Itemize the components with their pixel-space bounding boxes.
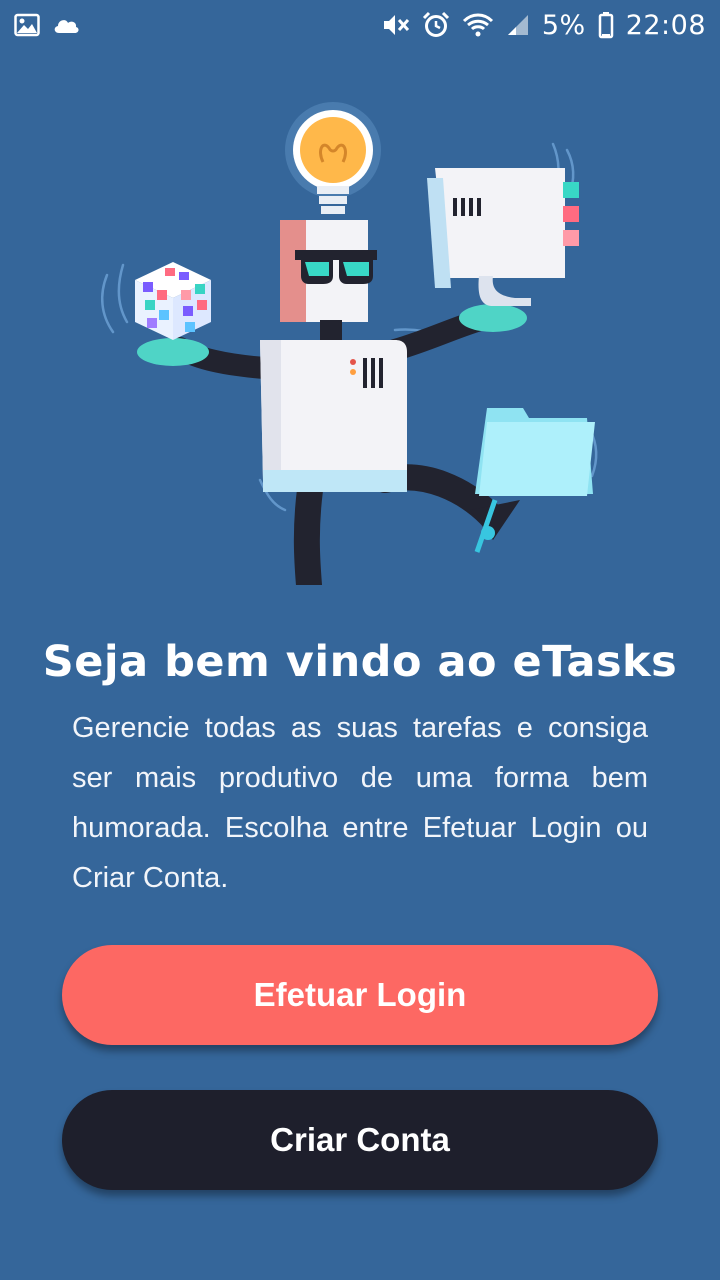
image-notification-icon	[14, 13, 40, 37]
robot-illustration	[95, 100, 625, 598]
login-button[interactable]: Efetuar Login	[62, 945, 658, 1045]
create-account-button-label: Criar Conta	[270, 1121, 450, 1158]
welcome-description: Gerencie todas as suas tarefas e consiga…	[72, 712, 648, 894]
wifi-icon	[462, 12, 494, 38]
welcome-title: Seja bem vindo ao eTasks	[42, 637, 678, 687]
signal-icon	[506, 13, 530, 37]
alarm-icon	[422, 11, 450, 39]
cloud-icon	[52, 15, 80, 35]
login-button-label: Efetuar Login	[253, 976, 467, 1013]
battery-icon	[598, 11, 614, 39]
status-left	[14, 13, 80, 37]
battery-percent: 5%	[541, 9, 586, 41]
clock: 22:08	[625, 9, 706, 41]
status-bar: 5% 22:08	[0, 0, 720, 50]
create-account-button[interactable]: Criar Conta	[62, 1090, 658, 1190]
mute-icon	[382, 12, 410, 38]
status-right: 5% 22:08	[382, 10, 706, 41]
